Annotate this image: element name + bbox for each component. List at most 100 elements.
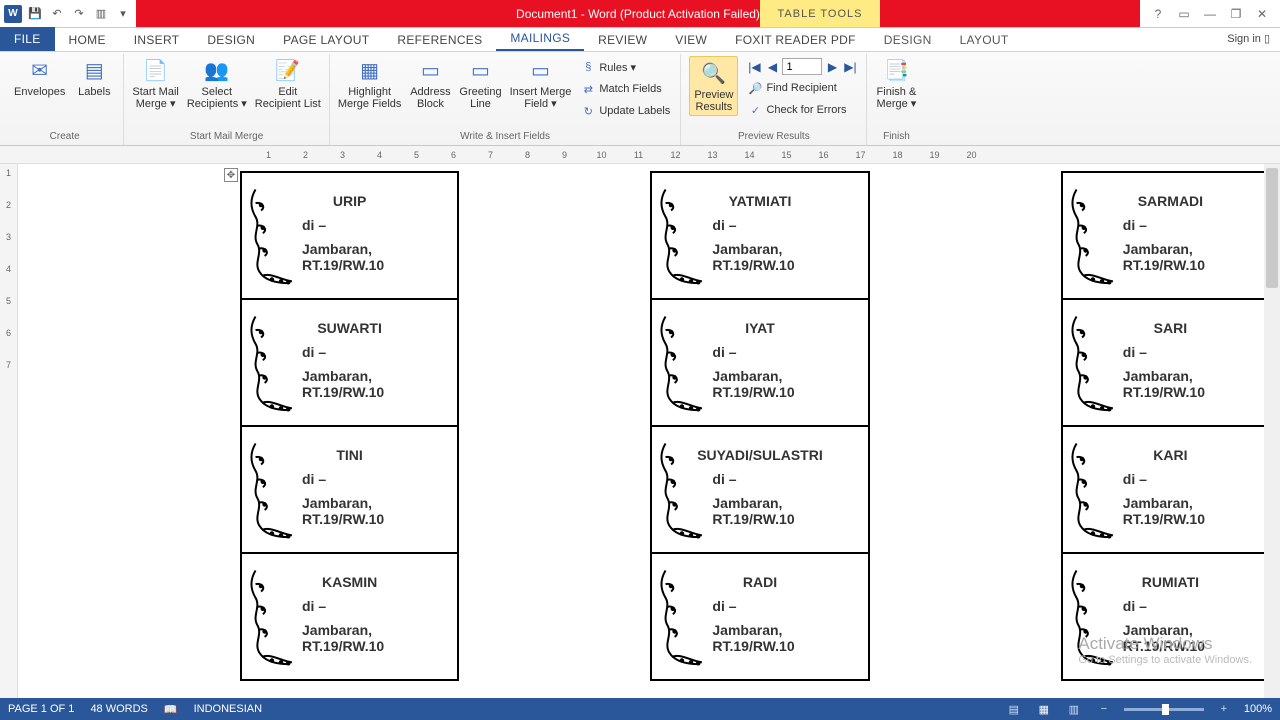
edit-recipient-list-button[interactable]: 📝Edit Recipient List	[255, 56, 321, 110]
tab-references[interactable]: REFERENCES	[383, 29, 496, 51]
flourish-ornament-icon	[1067, 185, 1117, 285]
label-cell[interactable]: KARI di – Jambaran, RT.19/RW.10	[1062, 426, 1279, 553]
ribbon: ✉Envelopes ▤Labels Create 📄Start Mail Me…	[0, 52, 1280, 146]
zoom-in-icon[interactable]: +	[1214, 701, 1234, 717]
check-errors-button[interactable]: ✓Check for Errors	[746, 101, 858, 119]
label-cell[interactable]: KASMIN di – Jambaran, RT.19/RW.10	[241, 553, 458, 680]
prev-record-icon[interactable]: ◀	[764, 59, 780, 75]
flourish-ornament-icon	[656, 185, 706, 285]
ribbon-display-icon[interactable]: ▭	[1172, 5, 1196, 23]
qat-undo-icon[interactable]: ↶	[48, 5, 66, 23]
next-record-icon[interactable]: ▶	[824, 59, 840, 75]
status-page[interactable]: PAGE 1 OF 1	[8, 703, 74, 715]
tab-table-layout[interactable]: LAYOUT	[946, 29, 1023, 51]
start-mail-merge-button[interactable]: 📄Start Mail Merge ▾	[132, 56, 178, 110]
update-labels-button[interactable]: ↻Update Labels	[579, 102, 672, 120]
restore-icon[interactable]: ❐	[1224, 5, 1248, 23]
select-recipients-button[interactable]: 👥Select Recipients ▾	[187, 56, 247, 110]
find-recipient-button[interactable]: 🔎Find Recipient	[746, 79, 858, 97]
match-fields-button[interactable]: ⇄Match Fields	[579, 80, 672, 98]
window-title: Document1 - Word (Product Activation Fai…	[136, 0, 1140, 27]
address-block-button[interactable]: ▭Address Block	[409, 56, 451, 110]
record-number-input[interactable]	[782, 58, 822, 75]
group-write-insert: ▦Highlight Merge Fields ▭Address Block ▭…	[330, 54, 681, 145]
insert-merge-field-button[interactable]: ▭Insert Merge Field ▾	[510, 56, 572, 110]
group-finish-label: Finish	[875, 131, 917, 143]
sign-in-link[interactable]: Sign in ▯	[1227, 32, 1270, 45]
status-proofing-icon[interactable]: 📖	[164, 703, 178, 716]
label-cell[interactable]: IYAT di – Jambaran, RT.19/RW.10	[651, 299, 868, 426]
label-cell[interactable]: YATMIATI di – Jambaran, RT.19/RW.10	[651, 172, 868, 299]
greeting-line-button[interactable]: ▭Greeting Line	[459, 56, 501, 110]
last-record-icon[interactable]: ▶|	[842, 59, 858, 75]
vertical-scrollbar[interactable]	[1264, 164, 1280, 698]
tab-foxit[interactable]: FOXIT READER PDF	[721, 29, 870, 51]
web-layout-icon[interactable]: ▥	[1064, 701, 1084, 717]
flourish-ornament-icon	[656, 439, 706, 539]
qat-customize-icon[interactable]: ▾	[114, 5, 132, 23]
label-cell[interactable]: SARI di – Jambaran, RT.19/RW.10	[1062, 299, 1279, 426]
flourish-ornament-icon	[1067, 312, 1117, 412]
group-writeins-label: Write & Insert Fields	[338, 131, 672, 143]
group-start-mail-merge: 📄Start Mail Merge ▾ 👥Select Recipients ▾…	[124, 54, 329, 145]
scrollbar-thumb[interactable]	[1266, 168, 1278, 288]
zoom-level[interactable]: 100%	[1244, 703, 1272, 715]
qat-redo-icon[interactable]: ↷	[70, 5, 88, 23]
label-cell[interactable]: SARMADI di – Jambaran, RT.19/RW.10	[1062, 172, 1279, 299]
envelopes-button[interactable]: ✉Envelopes	[14, 56, 65, 98]
zoom-out-icon[interactable]: −	[1094, 701, 1114, 717]
rules-button[interactable]: §Rules ▾	[579, 58, 672, 76]
document-area: 1234567891011121314151617181920 1234567 …	[0, 146, 1280, 698]
tab-home[interactable]: HOME	[55, 29, 120, 51]
label-cell[interactable]: URIP di – Jambaran, RT.19/RW.10	[241, 172, 458, 299]
flourish-ornament-icon	[656, 312, 706, 412]
preview-results-button[interactable]: 🔍Preview Results	[689, 56, 738, 116]
activate-windows-watermark: Activate Windows Go to Settings to activ…	[1078, 636, 1252, 668]
label-cell[interactable]: SUYADI/SULASTRI di – Jambaran, RT.19/RW.…	[651, 426, 868, 553]
label-cell[interactable]: RADI di – Jambaran, RT.19/RW.10	[651, 553, 868, 680]
flourish-ornament-icon	[246, 312, 296, 412]
flourish-ornament-icon	[656, 566, 706, 666]
ribbon-tabs: FILE HOME INSERT DESIGN PAGE LAYOUT REFE…	[0, 28, 1280, 52]
tab-table-design[interactable]: DESIGN	[870, 29, 946, 51]
title-bar: W 💾 ↶ ↷ ▥ ▾ Document1 - Word (Product Ac…	[0, 0, 1280, 28]
highlight-merge-fields-button[interactable]: ▦Highlight Merge Fields	[338, 56, 402, 110]
tab-mailings[interactable]: MAILINGS	[496, 27, 584, 51]
table-move-handle-icon[interactable]: ✥	[224, 168, 238, 182]
group-create: ✉Envelopes ▤Labels Create	[6, 54, 124, 145]
tab-insert[interactable]: INSERT	[120, 29, 194, 51]
minimize-icon[interactable]: —	[1198, 5, 1222, 23]
print-layout-icon[interactable]: ▦	[1034, 701, 1054, 717]
read-mode-icon[interactable]: ▤	[1004, 701, 1024, 717]
word-app-icon: W	[4, 5, 22, 23]
group-create-label: Create	[14, 131, 115, 143]
first-record-icon[interactable]: |◀	[746, 59, 762, 75]
tab-file[interactable]: FILE	[0, 27, 55, 51]
group-preview-label: Preview Results	[689, 131, 858, 143]
flourish-ornament-icon	[246, 566, 296, 666]
label-cell[interactable]: TINI di – Jambaran, RT.19/RW.10	[241, 426, 458, 553]
close-icon[interactable]: ✕	[1250, 5, 1274, 23]
group-startmm-label: Start Mail Merge	[132, 131, 320, 143]
labels-button[interactable]: ▤Labels	[73, 56, 115, 98]
qat-save-icon[interactable]: 💾	[26, 5, 44, 23]
qat-quickprint-icon[interactable]: ▥	[92, 5, 110, 23]
zoom-slider[interactable]	[1124, 708, 1204, 711]
label-cell[interactable]: SUWARTI di – Jambaran, RT.19/RW.10	[241, 299, 458, 426]
group-preview-results: 🔍Preview Results |◀ ◀ ▶ ▶| 🔎Find Recipie…	[681, 54, 867, 145]
status-words[interactable]: 48 WORDS	[90, 703, 147, 715]
vertical-ruler[interactable]: 1234567	[0, 164, 18, 698]
tab-view[interactable]: VIEW	[661, 29, 721, 51]
finish-merge-button[interactable]: 📑Finish & Merge ▾	[875, 56, 917, 110]
horizontal-ruler[interactable]: 1234567891011121314151617181920	[0, 146, 1280, 164]
flourish-ornament-icon	[246, 439, 296, 539]
tab-design[interactable]: DESIGN	[193, 29, 269, 51]
tab-page-layout[interactable]: PAGE LAYOUT	[269, 29, 383, 51]
label-table: URIP di – Jambaran, RT.19/RW.10 YATMIATI…	[240, 171, 1280, 681]
flourish-ornament-icon	[1067, 439, 1117, 539]
tab-review[interactable]: REVIEW	[584, 29, 661, 51]
group-finish: 📑Finish & Merge ▾ Finish	[867, 54, 925, 145]
status-language[interactable]: INDONESIAN	[194, 703, 262, 715]
help-icon[interactable]: ?	[1146, 5, 1170, 23]
table-tools-contextual: TABLE TOOLS	[760, 0, 880, 27]
